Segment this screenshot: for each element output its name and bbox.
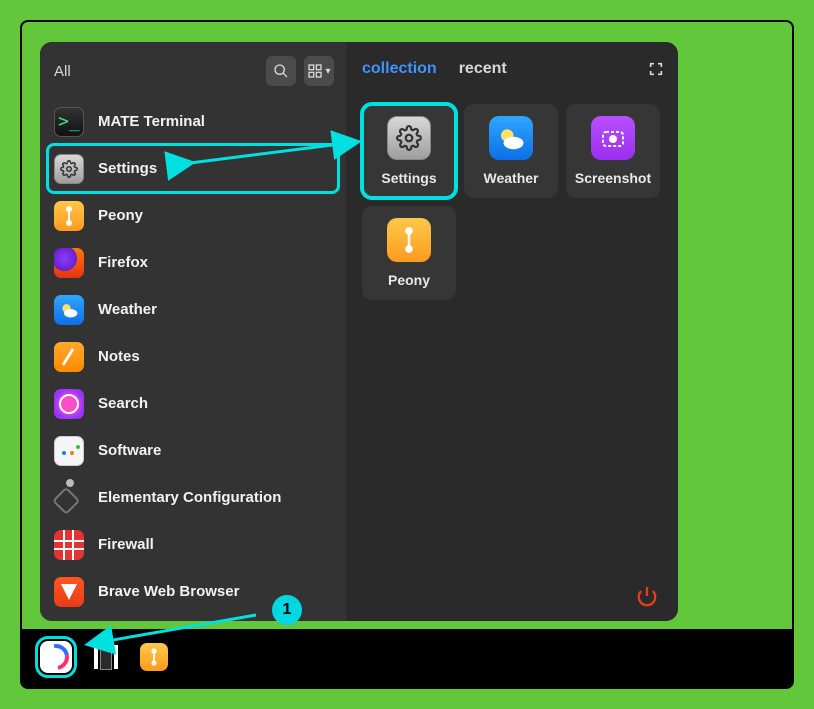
search-app-icon [54,389,84,419]
grid-item-label: Screenshot [575,170,651,186]
search-button[interactable] [266,56,296,86]
fullscreen-icon [648,61,664,77]
start-menu-main: collection recent Settings Weather [346,42,678,621]
taskbar-item-peony[interactable] [140,643,168,671]
firefox-icon [54,248,84,278]
tab-recent[interactable]: recent [459,60,507,78]
sidebar-header: All ▾ [40,48,346,94]
fullscreen-button[interactable] [646,59,666,79]
view-tabs: collection recent [362,50,666,88]
app-item-settings[interactable]: Settings [48,145,338,192]
start-menu-sidebar: All ▾ >_ MATE Terminal Settings [40,42,346,621]
annotation-badge-1: 1 [272,595,302,625]
grid-item-weather[interactable]: Weather [464,104,558,198]
app-label: Elementary Configuration [98,489,281,506]
app-item-firewall[interactable]: Firewall [48,521,338,568]
grid-item-label: Weather [484,170,539,186]
power-icon [636,585,658,607]
terminal-icon: >_ [54,107,84,137]
power-button[interactable] [634,583,660,609]
app-label: Brave Web Browser [98,583,239,600]
tab-collection[interactable]: collection [362,60,437,78]
peony-icon [54,201,84,231]
app-item-search[interactable]: Search [48,380,338,427]
weather-icon [489,116,533,160]
app-label: MATE Terminal [98,113,205,130]
app-item-notes[interactable]: Notes [48,333,338,380]
sidebar-title: All [54,63,258,80]
notes-icon [54,342,84,372]
search-icon [273,63,289,79]
app-item-peony[interactable]: Peony [48,192,338,239]
app-item-elementary-config[interactable]: Elementary Configuration [48,474,338,521]
software-icon [54,436,84,466]
start-menu-launcher[interactable] [40,641,72,673]
grid-item-settings[interactable]: Settings [362,104,456,198]
grid-item-peony[interactable]: Peony [362,206,456,300]
app-item-firefox[interactable]: Firefox [48,239,338,286]
taskbar [40,637,168,677]
grid-item-label: Peony [388,272,430,288]
brave-icon [54,577,84,607]
screenshot-icon [591,116,635,160]
weather-icon [54,295,84,325]
app-label: Firewall [98,536,154,553]
settings-icon [54,154,84,184]
firewall-icon [54,530,84,560]
app-list: >_ MATE Terminal Settings Peony Firefox [40,94,346,621]
elementary-icon [54,483,84,513]
view-mode-button[interactable]: ▾ [304,56,334,86]
grid-item-label: Settings [381,170,436,186]
app-label: Firefox [98,254,148,271]
grid-icon [307,63,323,79]
app-item-mate-terminal[interactable]: >_ MATE Terminal [48,98,338,145]
app-label: Weather [98,301,157,318]
app-label: Settings [98,160,157,177]
peony-icon [387,218,431,262]
app-item-software[interactable]: Software [48,427,338,474]
collection-grid: Settings Weather Screenshot Peony [362,88,666,300]
start-menu: All ▾ >_ MATE Terminal Settings [40,42,678,621]
settings-icon [387,116,431,160]
app-item-weather[interactable]: Weather [48,286,338,333]
grid-item-screenshot[interactable]: Screenshot [566,104,660,198]
app-label: Search [98,395,148,412]
chevron-down-icon: ▾ [325,66,330,77]
app-label: Notes [98,348,140,365]
app-label: Software [98,442,161,459]
task-view-button[interactable] [90,641,122,673]
app-label: Peony [98,207,143,224]
